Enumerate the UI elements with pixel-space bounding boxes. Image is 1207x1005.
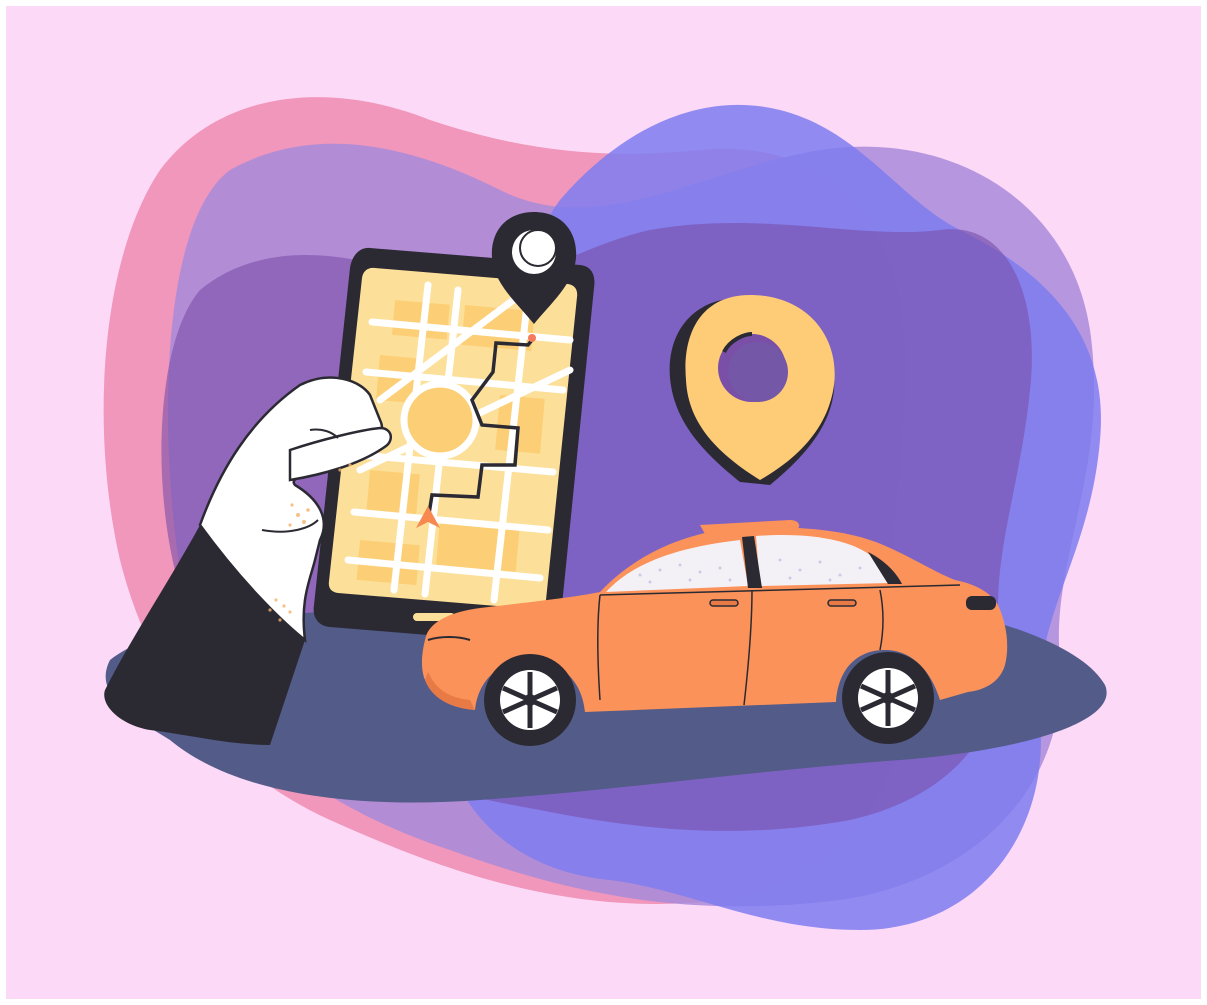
roundabout (400, 380, 480, 460)
headlight (966, 596, 996, 610)
illustration-canvas (0, 0, 1207, 1005)
door-handle-rear (709, 599, 739, 607)
wheel-front (842, 652, 934, 744)
door-handle-front (827, 599, 857, 607)
wheel-rear (484, 654, 576, 746)
phone-camera (477, 267, 483, 273)
route-end-dot (528, 334, 536, 342)
taxi-illustration (0, 0, 1207, 1005)
